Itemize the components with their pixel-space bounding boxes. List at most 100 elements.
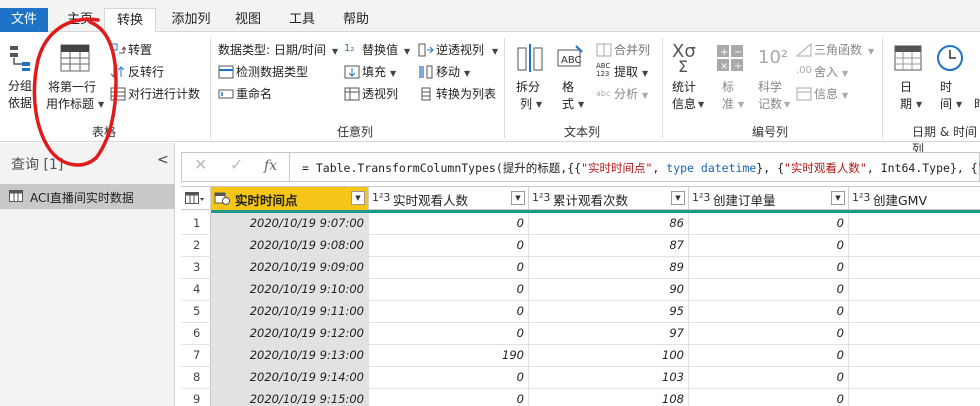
parse-button[interactable]: abc 分析 ▼ [596, 86, 656, 104]
column-header-viewers[interactable]: 1²3 实时观看人数 ▼ [369, 187, 529, 210]
move-button[interactable]: 移动 ▼ [418, 64, 482, 82]
column-header-orders[interactable]: 1²3 创建订单量 ▼ [689, 187, 849, 210]
tab-view[interactable]: 视图 [226, 8, 270, 32]
tab-home[interactable]: 主页 [56, 8, 104, 32]
grid-corner-menu[interactable] [181, 187, 211, 210]
cell-orders[interactable]: 0 [689, 235, 849, 256]
cell-gmv[interactable] [849, 323, 980, 344]
cell-gmv[interactable] [849, 345, 980, 366]
formula-input[interactable]: = Table.TransformColumnTypes(提升的标题,{{"实时… [302, 160, 980, 176]
column-filter-button[interactable]: ▼ [351, 191, 365, 205]
fill-button[interactable]: 填充 ▼ [344, 64, 404, 82]
merge-columns-button[interactable]: 合并列 [596, 42, 660, 60]
scientific-button[interactable]: 10² 科学 记数 ▼ [754, 42, 794, 114]
cell-time[interactable]: 2020/10/19 9:10:00 [211, 279, 369, 300]
extract-button[interactable]: ABC 123 提取 ▼ [596, 62, 656, 82]
row-number[interactable]: 8 [181, 367, 211, 388]
reverse-rows-button[interactable]: 反转行 [110, 64, 180, 82]
tab-tools[interactable]: 工具 [280, 8, 324, 32]
cell-viewers[interactable]: 0 [369, 389, 529, 406]
column-header-total-views[interactable]: 1²3 累计观看次数 ▼ [529, 187, 689, 210]
pivot-column-button[interactable]: 透视列 [344, 86, 414, 104]
use-first-row-as-headers-button[interactable]: 将第一行 用作标题 ▼ [44, 42, 106, 112]
cell-viewers[interactable]: 0 [369, 279, 529, 300]
column-filter-button[interactable]: ▼ [671, 191, 685, 205]
cell-viewers[interactable]: 0 [369, 367, 529, 388]
statistics-button[interactable]: Χσ Σ 统计 信息 ▼ [668, 42, 706, 114]
date-button[interactable]: 日 期 ▼ [890, 42, 926, 114]
data-type-dropdown[interactable]: 数据类型: 日期/时间 ▼ [218, 42, 342, 60]
column-header-gmv[interactable]: 1²3 创建GMV [849, 187, 980, 210]
row-number[interactable]: 3 [181, 257, 211, 278]
cell-time[interactable]: 2020/10/19 9:07:00 [211, 213, 369, 234]
cell-orders[interactable]: 0 [689, 389, 849, 406]
cell-orders[interactable]: 0 [689, 367, 849, 388]
split-column-button[interactable]: 拆分 列 ▼ [512, 42, 548, 114]
cell-total-views[interactable]: 108 [529, 389, 689, 406]
column-header-time[interactable]: 实时时间点 ▼ [211, 187, 369, 210]
cell-orders[interactable]: 0 [689, 213, 849, 234]
row-number[interactable]: 5 [181, 301, 211, 322]
count-rows-button[interactable]: 对行进行计数 [110, 86, 206, 104]
row-number[interactable]: 1 [181, 213, 211, 234]
cell-total-views[interactable]: 103 [529, 367, 689, 388]
rename-button[interactable]: 重命名 [218, 86, 288, 104]
cell-time[interactable]: 2020/10/19 9:12:00 [211, 323, 369, 344]
cell-viewers[interactable]: 0 [369, 235, 529, 256]
row-number[interactable]: 6 [181, 323, 211, 344]
row-number[interactable]: 7 [181, 345, 211, 366]
time-button[interactable]: 时 间 ▼ [932, 42, 968, 114]
collapse-pane-button[interactable]: < [157, 152, 169, 168]
cell-time[interactable]: 2020/10/19 9:13:00 [211, 345, 369, 366]
tab-help[interactable]: 帮助 [334, 8, 378, 32]
cell-orders[interactable]: 0 [689, 279, 849, 300]
duration-button[interactable]: 时 [972, 42, 980, 114]
cell-total-views[interactable]: 95 [529, 301, 689, 322]
column-filter-button[interactable]: ▼ [511, 191, 525, 205]
cell-total-views[interactable]: 86 [529, 213, 689, 234]
cell-time[interactable]: 2020/10/19 9:11:00 [211, 301, 369, 322]
cell-time[interactable]: 2020/10/19 9:09:00 [211, 257, 369, 278]
tab-transform[interactable]: 转换 [104, 8, 156, 32]
cell-total-views[interactable]: 97 [529, 323, 689, 344]
cell-time[interactable]: 2020/10/19 9:15:00 [211, 389, 369, 406]
trig-button[interactable]: 三角函数 ▼ [796, 42, 880, 60]
row-number[interactable]: 4 [181, 279, 211, 300]
cell-viewers[interactable]: 0 [369, 257, 529, 278]
cell-time[interactable]: 2020/10/19 9:14:00 [211, 367, 369, 388]
cell-total-views[interactable]: 89 [529, 257, 689, 278]
standard-button[interactable]: + − × ÷ 标 准 ▼ [712, 42, 748, 114]
convert-to-list-button[interactable]: 转换为列表 [418, 86, 502, 104]
cell-total-views[interactable]: 90 [529, 279, 689, 300]
query-item[interactable]: ACI直播间实时数据 [0, 184, 175, 209]
cell-gmv[interactable] [849, 235, 980, 256]
cell-orders[interactable]: 0 [689, 345, 849, 366]
rounding-button[interactable]: .00 舍入 ▼ [796, 64, 860, 82]
cell-gmv[interactable] [849, 279, 980, 300]
group-by-button[interactable]: 分组 依据 [4, 42, 38, 112]
row-number[interactable]: 2 [181, 235, 211, 256]
cell-viewers[interactable]: 190 [369, 345, 529, 366]
row-number[interactable]: 9 [181, 389, 211, 406]
cell-gmv[interactable] [849, 257, 980, 278]
cell-orders[interactable]: 0 [689, 323, 849, 344]
cell-viewers[interactable]: 0 [369, 213, 529, 234]
detect-data-type-button[interactable]: 检测数据类型 [218, 64, 328, 82]
cell-gmv[interactable] [849, 389, 980, 406]
transpose-button[interactable]: 转置 [110, 42, 180, 60]
cell-gmv[interactable] [849, 213, 980, 234]
cell-gmv[interactable] [849, 301, 980, 322]
tab-file[interactable]: 文件 [0, 8, 48, 32]
cancel-formula-button[interactable]: ✕ [194, 157, 207, 173]
tab-add-column[interactable]: 添加列 [164, 8, 218, 32]
format-button[interactable]: ABC 格 式 ▼ [552, 42, 588, 114]
cell-orders[interactable]: 0 [689, 257, 849, 278]
cell-gmv[interactable] [849, 367, 980, 388]
unpivot-columns-button[interactable]: 逆透视列 ▼ [418, 42, 502, 60]
information-button[interactable]: 信息 ▼ [796, 86, 860, 104]
cell-total-views[interactable]: 87 [529, 235, 689, 256]
cell-viewers[interactable]: 0 [369, 301, 529, 322]
commit-formula-button[interactable]: ✓ [230, 157, 243, 173]
cell-total-views[interactable]: 100 [529, 345, 689, 366]
cell-viewers[interactable]: 0 [369, 323, 529, 344]
